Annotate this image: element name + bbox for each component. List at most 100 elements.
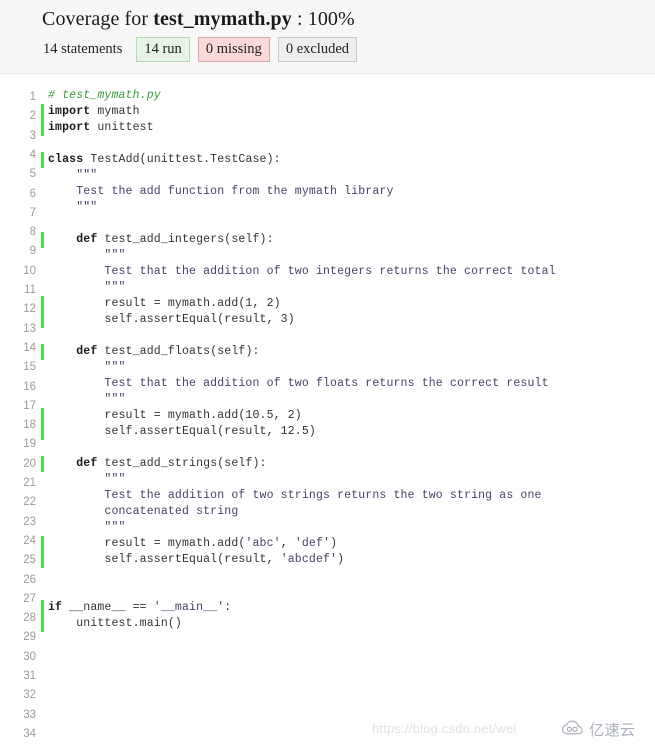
code-line[interactable]: """	[0, 168, 655, 184]
line-no-indicator	[41, 264, 44, 280]
line-no-indicator	[41, 280, 44, 296]
code-line[interactable]: unittest.main()	[0, 616, 655, 632]
code-token: """	[48, 249, 126, 262]
line-run-indicator	[41, 408, 44, 424]
code-token: test_add_strings(self):	[97, 457, 267, 470]
code-line[interactable]: """	[0, 248, 655, 264]
status-badge-run[interactable]: 14 run	[136, 37, 190, 63]
code-token: 'abc'	[245, 537, 281, 550]
code-line[interactable]: def test_add_strings(self):	[0, 456, 655, 472]
code-line[interactable]: """	[0, 520, 655, 536]
source-code-panel[interactable]: 1 2 3 4 5 6 7 8 9 10 11 12 13 14 15 16 17 18 19 20 21 22 23 24 2…	[0, 75, 655, 749]
line-no-indicator	[41, 168, 44, 184]
code-line-text: Test the add function from the mymath li…	[48, 184, 394, 200]
code-line[interactable]: self.assertEqual(result, 12.5)	[0, 424, 655, 440]
code-line[interactable]: """	[0, 472, 655, 488]
line-no-indicator	[41, 632, 44, 648]
code-line[interactable]	[0, 632, 655, 648]
code-line[interactable]: import mymath	[0, 104, 655, 120]
code-line[interactable]: """	[0, 200, 655, 216]
code-line[interactable]: concatenated string	[0, 504, 655, 520]
code-line[interactable]: """	[0, 360, 655, 376]
code-token: self.assertEqual(result,	[48, 553, 281, 566]
code-line-text: import unittest	[48, 120, 154, 136]
line-no-indicator	[41, 216, 44, 232]
code-line[interactable]	[0, 696, 655, 712]
line-run-indicator	[41, 152, 44, 168]
code-token: ,	[280, 537, 295, 550]
code-line[interactable]: """	[0, 280, 655, 296]
code-token: """	[48, 393, 126, 406]
code-token: import	[48, 121, 91, 134]
code-token: result = mymath.add(	[48, 537, 246, 550]
code-token: """	[48, 281, 126, 294]
line-run-indicator	[41, 344, 44, 360]
status-badge-missing[interactable]: 0 missing	[197, 37, 270, 63]
code-token: concatenated string	[48, 505, 239, 518]
code-line[interactable]	[0, 584, 655, 600]
line-no-indicator	[41, 696, 44, 712]
code-line[interactable]: Test that the addition of two integers r…	[0, 264, 655, 280]
code-line[interactable]: import unittest	[0, 120, 655, 136]
code-token: self.assertEqual(result, 3)	[48, 313, 295, 326]
code-line-text: concatenated string	[48, 504, 238, 520]
code-line[interactable]: self.assertEqual(result, 3)	[0, 312, 655, 328]
status-badge-excluded[interactable]: 0 excluded	[277, 37, 358, 63]
line-no-indicator	[41, 376, 44, 392]
code-token: class	[48, 153, 84, 166]
code-line[interactable]: """	[0, 392, 655, 408]
code-line[interactable]: Test that the addition of two floats ret…	[0, 376, 655, 392]
line-run-indicator	[41, 120, 44, 136]
code-token: import	[48, 105, 91, 118]
code-line[interactable]	[0, 328, 655, 344]
code-line[interactable]: Test the add function from the mymath li…	[0, 184, 655, 200]
code-line[interactable]: result = mymath.add('abc', 'def')	[0, 536, 655, 552]
line-no-indicator	[41, 472, 44, 488]
code-line-text: Test that the addition of two integers r…	[48, 264, 556, 280]
page-title: Coverage for test_mymath.py : 100%	[42, 8, 355, 31]
code-line[interactable]: self.assertEqual(result, 'abcdef')	[0, 552, 655, 568]
code-token: test_add_integers(self):	[97, 233, 274, 246]
page-title-prefix: Coverage for	[42, 8, 154, 30]
code-line[interactable]	[0, 136, 655, 152]
code-line-text: """	[48, 280, 126, 296]
cloud-icon	[561, 720, 585, 741]
code-line[interactable]: def test_add_integers(self):	[0, 232, 655, 248]
code-line[interactable]: # test_mymath.py	[0, 88, 655, 104]
code-line[interactable]	[0, 440, 655, 456]
code-line[interactable]: class TestAdd(unittest.TestCase):	[0, 152, 655, 168]
code-line[interactable]	[0, 568, 655, 584]
line-no-indicator	[41, 648, 44, 664]
code-line[interactable]	[0, 680, 655, 696]
code-line[interactable]: Test the addition of two strings returns…	[0, 488, 655, 504]
page-title-separator: :	[291, 8, 308, 30]
code-token: """	[48, 521, 126, 534]
line-no-indicator	[41, 568, 44, 584]
line-run-indicator	[41, 616, 44, 632]
line-run-indicator	[41, 600, 44, 616]
line-no-indicator	[41, 328, 44, 344]
line-run-indicator	[41, 104, 44, 120]
code-line[interactable]	[0, 216, 655, 232]
code-line-text: self.assertEqual(result, 'abcdef')	[48, 552, 344, 568]
code-line-text: # test_mymath.py	[48, 88, 161, 104]
line-run-indicator	[41, 424, 44, 440]
code-token: __name__ ==	[62, 601, 154, 614]
code-token: :	[224, 601, 232, 614]
code-token: TestAdd(unittest.TestCase):	[83, 153, 281, 166]
line-run-indicator	[41, 232, 44, 248]
code-line[interactable]	[0, 648, 655, 664]
code-token: # test_mymath.py	[48, 89, 161, 102]
line-no-indicator	[41, 488, 44, 504]
code-line[interactable]: if __name__ == '__main__':	[0, 600, 655, 616]
code-line-text: """	[48, 200, 97, 216]
code-token: result = mymath.add(1, 2)	[48, 297, 281, 310]
code-line[interactable]	[0, 664, 655, 680]
csdn-url-watermark: https://blog.csdn.net/wei	[372, 721, 517, 736]
code-line[interactable]: result = mymath.add(10.5, 2)	[0, 408, 655, 424]
code-line[interactable]: result = mymath.add(1, 2)	[0, 296, 655, 312]
code-line[interactable]: def test_add_floats(self):	[0, 344, 655, 360]
code-token: """	[48, 169, 98, 182]
